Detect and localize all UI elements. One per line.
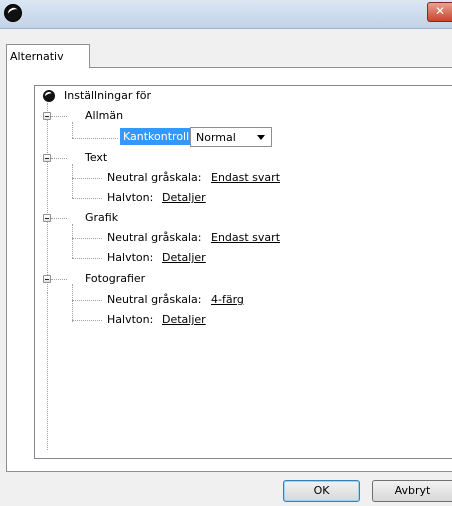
tree-root-label: Inställningar för	[64, 89, 151, 102]
tree-line	[72, 122, 73, 138]
tree-node-fotografier[interactable]: Fotografier	[85, 272, 145, 286]
tree-line	[51, 218, 67, 219]
ok-button[interactable]: OK	[283, 480, 360, 502]
close-button[interactable]	[427, 2, 452, 22]
tree-line	[72, 258, 102, 259]
tree-line	[72, 178, 102, 179]
chevron-down-icon	[257, 135, 265, 140]
collapse-text-icon[interactable]	[43, 154, 51, 162]
collapse-allman-icon[interactable]	[43, 112, 51, 120]
tree-line	[72, 138, 118, 139]
tree-line	[72, 238, 102, 239]
photos-gray-label: Neutral gråskala:	[107, 293, 202, 306]
tree-line	[72, 198, 102, 199]
settings-root-icon	[43, 90, 55, 102]
tree-node-allman[interactable]: Allmän	[85, 109, 123, 123]
app-icon	[4, 4, 22, 22]
tree-line	[47, 293, 48, 450]
tree-line	[72, 320, 102, 321]
text-gray-link[interactable]: Endast svart	[211, 171, 280, 185]
photos-halftone-label: Halvton:	[107, 313, 154, 326]
tree-line	[51, 158, 67, 159]
photos-halftone-link[interactable]: Detaljer	[162, 313, 206, 327]
tree-line	[72, 224, 73, 258]
edge-control-value: Normal	[196, 131, 236, 144]
text-halftone-link[interactable]: Detaljer	[162, 191, 206, 205]
edge-control-select[interactable]: Normal	[190, 127, 272, 147]
tree-line	[72, 300, 102, 301]
tree-line	[72, 284, 73, 322]
edge-control-label[interactable]: Kantkontroll:	[120, 128, 196, 145]
tree-line	[72, 164, 73, 198]
tab-label: Alternativ	[10, 50, 64, 63]
cancel-button[interactable]: Avbryt	[372, 480, 452, 502]
tab-alternativ[interactable]: Alternativ	[6, 44, 90, 68]
photos-gray-link[interactable]: 4-färg	[211, 293, 244, 307]
collapse-grafik-icon[interactable]	[43, 214, 51, 222]
tree-line	[51, 279, 67, 280]
collapse-fotografier-icon[interactable]	[43, 275, 51, 283]
text-gray-label: Neutral gråskala:	[107, 171, 202, 184]
graphics-gray-label: Neutral gråskala:	[107, 231, 202, 244]
tree-line	[51, 116, 67, 117]
tree-node-grafik[interactable]: Grafik	[85, 211, 118, 225]
tree-node-text[interactable]: Text	[85, 151, 107, 165]
graphics-gray-link[interactable]: Endast svart	[211, 231, 280, 245]
text-halftone-label: Halvton:	[107, 191, 154, 204]
title-bar	[0, 0, 452, 29]
graphics-halftone-link[interactable]: Detaljer	[162, 251, 206, 265]
graphics-halftone-label: Halvton:	[107, 251, 154, 264]
tree-line	[47, 103, 48, 293]
